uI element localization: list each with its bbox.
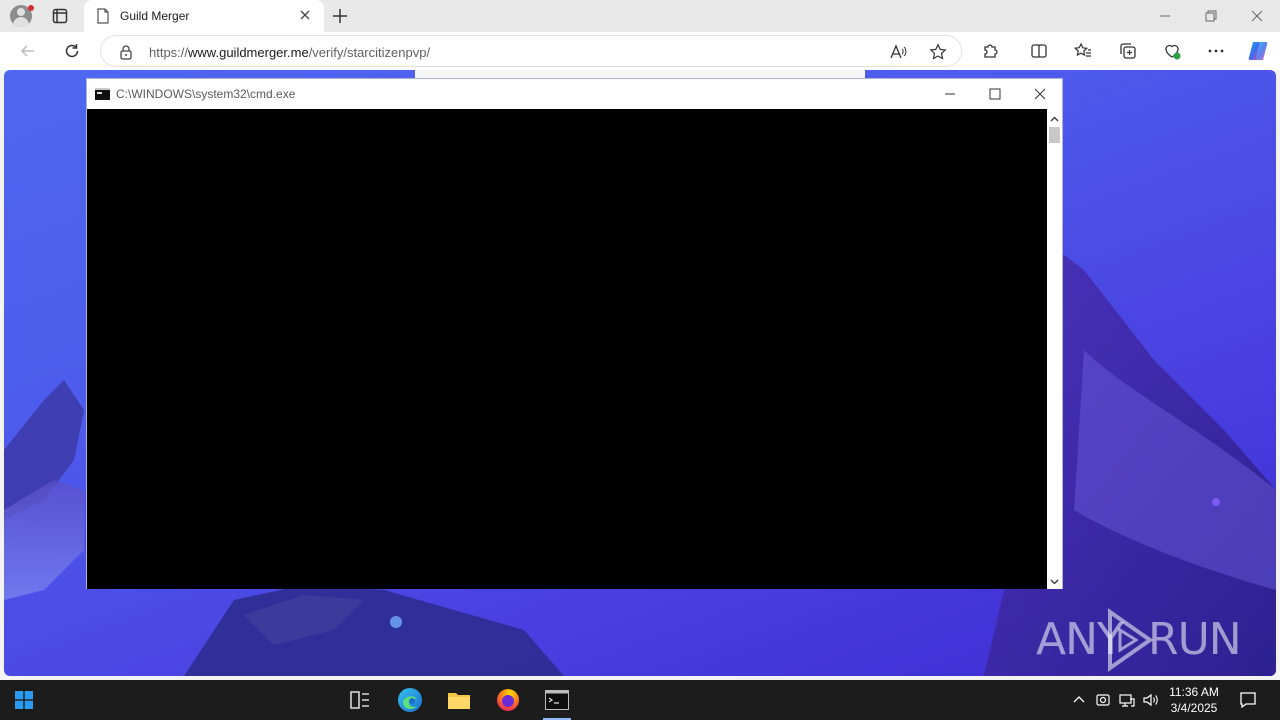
taskbar-clock[interactable]: 11:36 AM 3/4/2025 (1166, 684, 1222, 716)
clock-time: 11:36 AM (1169, 685, 1219, 699)
network-icon[interactable] (1118, 691, 1136, 709)
address-bar[interactable]: https://www.guildmerger.me/verify/starci… (100, 35, 962, 67)
taskbar-firefox[interactable] (484, 680, 532, 720)
cmd-maximize-icon[interactable] (987, 86, 1003, 102)
edge-icon (398, 688, 422, 712)
cmd-close-icon[interactable] (1032, 86, 1048, 102)
cmd-icon (545, 690, 569, 710)
split-screen-icon[interactable] (1029, 41, 1049, 61)
more-options-icon[interactable] (1206, 41, 1226, 61)
security-icon[interactable] (1094, 691, 1112, 709)
taskbar-file-explorer[interactable] (435, 680, 483, 720)
firefox-icon (497, 689, 519, 711)
back-arrow-icon[interactable] (18, 41, 38, 61)
task-view-icon (350, 691, 369, 709)
cmd-minimize-icon[interactable] (942, 86, 958, 102)
url-text[interactable]: https://www.guildmerger.me/verify/starci… (149, 45, 430, 60)
favorites-icon[interactable] (1073, 41, 1093, 61)
cmd-vertical-scrollbar[interactable] (1047, 109, 1062, 589)
volume-icon[interactable] (1142, 691, 1160, 709)
profile-notification-dot (28, 5, 34, 11)
scroll-up-arrow-icon[interactable] (1049, 112, 1060, 123)
watermark-right-text: RUN (1148, 614, 1242, 665)
notification-center-icon[interactable] (1238, 690, 1258, 710)
cmd-window[interactable]: C:\WINDOWS\system32\cmd.exe (86, 78, 1063, 589)
task-view-button[interactable] (336, 680, 384, 720)
start-button[interactable] (0, 680, 48, 720)
lock-icon[interactable] (118, 44, 134, 65)
browser-essentials-icon[interactable] (1162, 41, 1182, 61)
scroll-down-arrow-icon[interactable] (1049, 574, 1060, 585)
clock-date: 3/4/2025 (1170, 701, 1218, 715)
copilot-icon[interactable] (1246, 39, 1270, 63)
collections-icon[interactable] (1118, 41, 1138, 61)
windows-taskbar: 11:36 AM 3/4/2025 (0, 680, 1280, 720)
taskbar-edge[interactable] (386, 680, 434, 720)
watermark-play-icon (1108, 608, 1154, 672)
new-tab-plus-icon[interactable] (330, 6, 350, 26)
windows-logo-icon (15, 691, 33, 709)
tab-actions-icon[interactable] (50, 6, 70, 26)
browser-toolbar: https://www.guildmerger.me/verify/starci… (0, 32, 1280, 70)
browser-tab-active[interactable]: Guild Merger (84, 0, 324, 32)
browser-close-icon[interactable] (1247, 6, 1267, 26)
folder-icon (448, 693, 470, 709)
browser-restore-icon[interactable] (1201, 6, 1221, 26)
scroll-thumb[interactable] (1049, 127, 1060, 143)
read-aloud-icon[interactable] (889, 43, 907, 61)
page-top-strip (415, 70, 865, 78)
console-output-area[interactable] (87, 109, 1047, 589)
cmd-app-icon (95, 88, 110, 100)
cmd-titlebar[interactable]: C:\WINDOWS\system32\cmd.exe (87, 79, 1062, 109)
tab-close-icon[interactable] (298, 8, 312, 27)
refresh-icon[interactable] (62, 41, 82, 61)
tab-title: Guild Merger (120, 9, 190, 23)
screen: Guild Merger https://www.guildmerger.me/… (0, 0, 1280, 720)
browser-minimize-icon[interactable] (1155, 6, 1175, 26)
browser-tabstrip: Guild Merger (0, 0, 1280, 32)
show-hidden-icons-chevron-icon[interactable] (1070, 691, 1088, 709)
cmd-title-text: C:\WINDOWS\system32\cmd.exe (116, 87, 296, 101)
anyrun-watermark: ANY RUN (1036, 604, 1242, 676)
page-icon (96, 8, 110, 29)
favorite-star-icon[interactable] (929, 43, 947, 61)
extensions-icon[interactable] (981, 41, 1001, 61)
taskbar-cmd[interactable] (533, 680, 581, 720)
